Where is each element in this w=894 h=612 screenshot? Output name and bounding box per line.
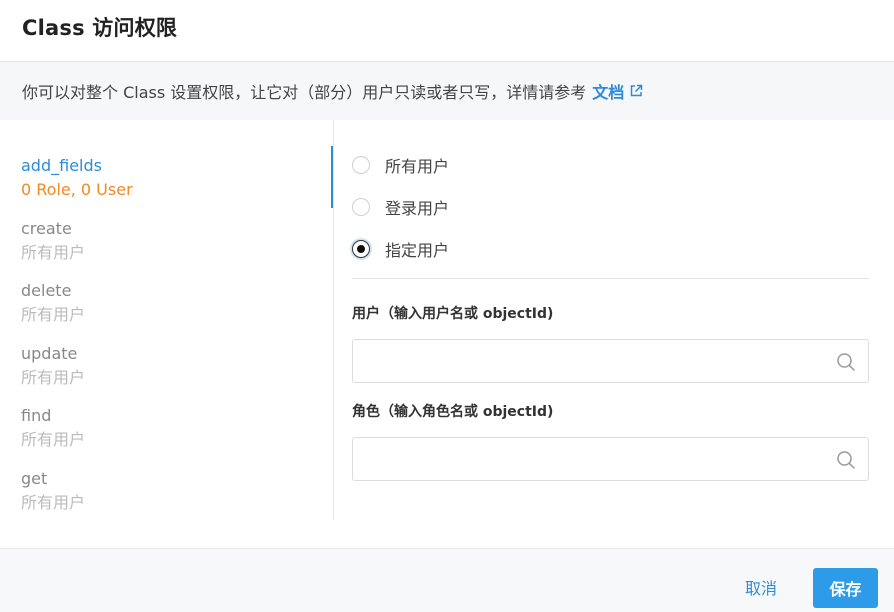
permission-name: delete (21, 281, 72, 300)
class-permission-dialog: Class 访问权限 你可以对整个 Class 设置权限，让它对（部分）用户只读… (0, 0, 894, 612)
permission-name: add_fields (21, 156, 102, 175)
info-notice: 你可以对整个 Class 设置权限，让它对（部分）用户只读或者只写，详情请参考 … (0, 62, 894, 120)
option-logged-in-users[interactable]: 登录用户 (352, 186, 869, 228)
docs-link[interactable]: 文档 (592, 79, 643, 103)
permission-item-find[interactable]: find 所有用户 (21, 404, 133, 467)
role-search-input[interactable] (353, 438, 868, 480)
permission-item-update[interactable]: update 所有用户 (21, 342, 133, 405)
permission-summary: 所有用户 (21, 367, 86, 387)
user-search-box (352, 339, 869, 383)
radio-logged-in-users[interactable] (352, 198, 370, 216)
role-search-box (352, 437, 869, 481)
dialog-header: Class 访问权限 (0, 0, 894, 62)
search-icon[interactable] (836, 450, 856, 470)
permission-item-create[interactable]: create 所有用户 (21, 217, 133, 280)
permission-summary: 所有用户 (21, 492, 86, 512)
permission-summary: 0 Role, 0 User (21, 180, 133, 199)
permission-summary: 所有用户 (21, 430, 86, 449)
search-icon[interactable] (836, 352, 856, 372)
permission-name: get (21, 468, 48, 488)
option-all-users[interactable]: 所有用户 (352, 144, 869, 186)
save-button[interactable]: 保存 (813, 568, 878, 608)
active-indicator (331, 146, 333, 208)
user-search-input[interactable] (353, 340, 868, 382)
role-field-label: 角色（输入角色名或 objectId) (352, 404, 554, 420)
option-label: 所有用户 (385, 157, 450, 176)
permission-summary: 所有用户 (21, 242, 86, 262)
dialog-body: add_fields 0 Role, 0 User create 所有用户 de… (0, 120, 894, 548)
docs-link-label: 文档 (592, 83, 625, 102)
option-label: 指定用户 (385, 241, 450, 260)
permission-item-delete[interactable]: delete 所有用户 (21, 279, 133, 342)
notice-text: 你可以对整个 Class 设置权限，让它对（部分）用户只读或者只写，详情请参考 (22, 83, 587, 102)
permission-name: create (21, 218, 72, 238)
dialog-footer: 取消 保存 (0, 548, 894, 612)
permission-summary: 所有用户 (21, 305, 86, 324)
option-specified-users[interactable]: 指定用户 (352, 228, 869, 270)
permission-settings: 所有用户 登录用户 指定用户 用户（输入用户名或 objectId) 角色（输入… (352, 144, 869, 481)
radio-specified-users[interactable] (352, 240, 370, 258)
permission-list: add_fields 0 Role, 0 User create 所有用户 de… (0, 120, 334, 520)
permission-item-add-fields[interactable]: add_fields 0 Role, 0 User (21, 154, 133, 217)
dialog-title: Class 访问权限 (22, 16, 178, 40)
external-link-icon (631, 84, 643, 97)
divider (352, 278, 869, 279)
cancel-button[interactable]: 取消 (745, 575, 777, 599)
option-label: 登录用户 (385, 199, 450, 218)
permission-item-get[interactable]: get 所有用户 (21, 467, 133, 530)
user-field-label: 用户（输入用户名或 objectId) (352, 306, 554, 322)
permission-name: find (21, 406, 52, 425)
radio-all-users[interactable] (352, 156, 370, 174)
permission-name: update (21, 343, 78, 363)
